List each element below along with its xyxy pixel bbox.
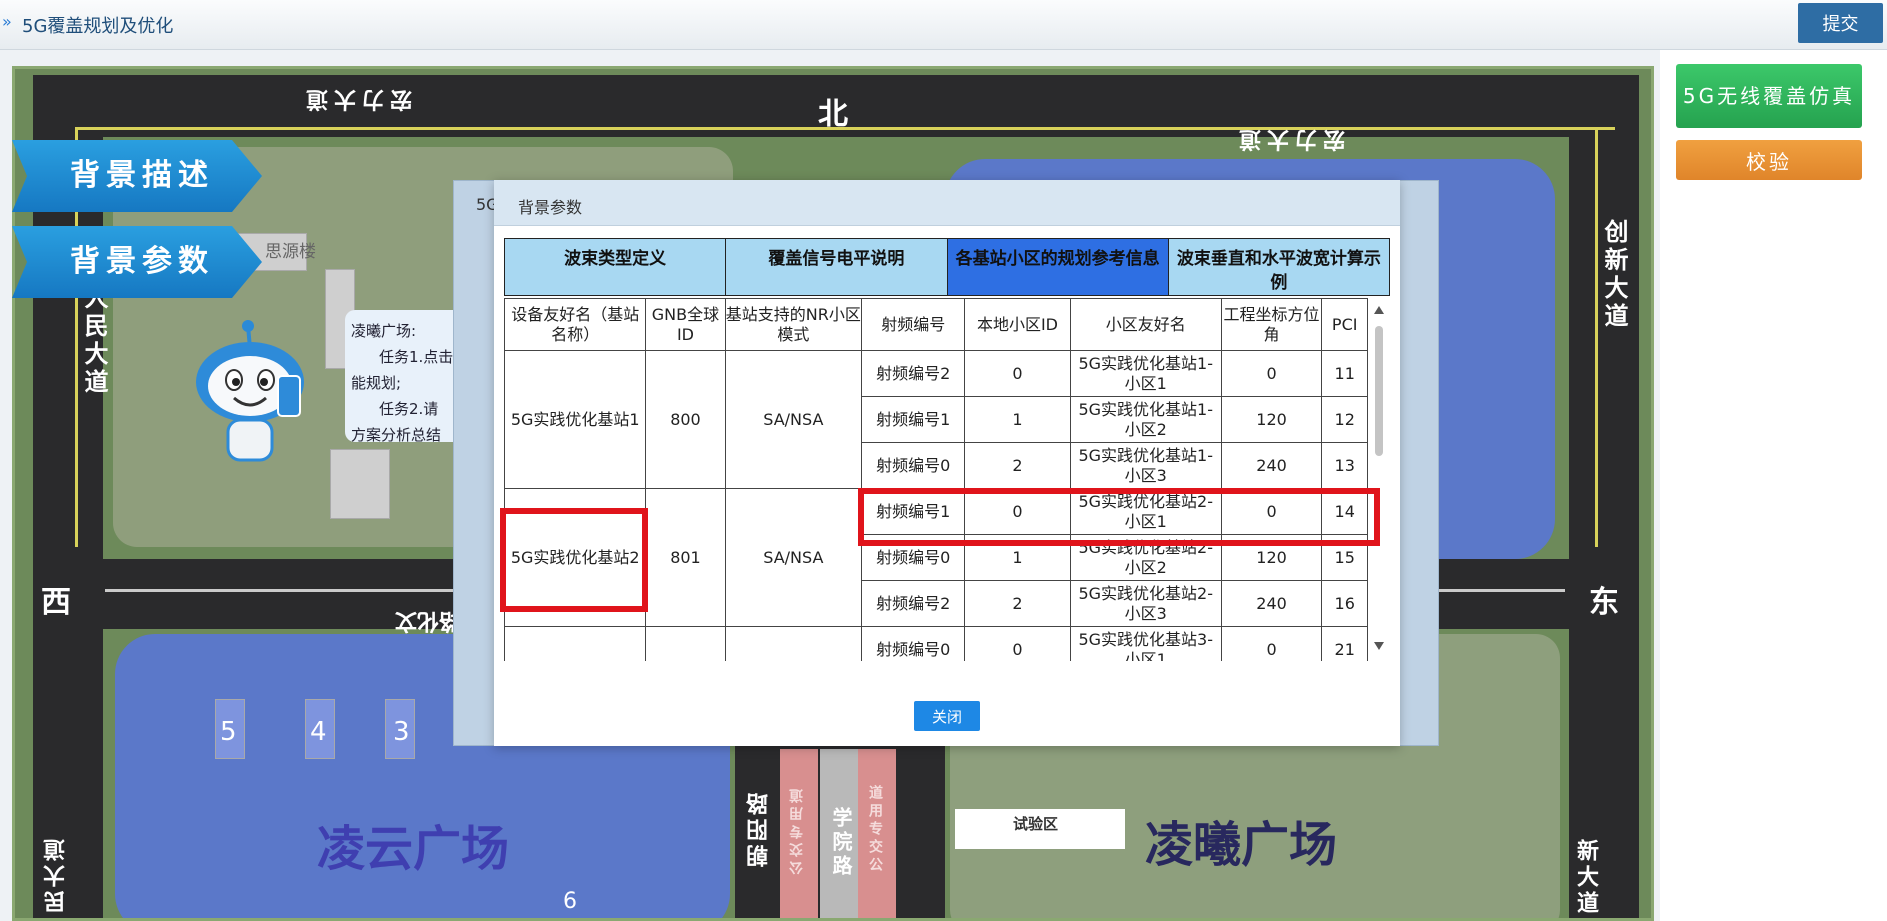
road-label-middle: 路化文 (395, 608, 462, 633)
rf-number: 射频编号2 (861, 580, 966, 627)
close-button[interactable]: 关闭 (914, 701, 980, 731)
building-number: 4 (310, 717, 327, 747)
cell-name: 5G实践优化基站1-小区2 (1069, 396, 1222, 443)
station-name: 5G实践优化基站1 (504, 350, 647, 489)
road-label-xueyuan: 学院路 (829, 807, 853, 879)
breadcrumb-icon: » (2, 12, 12, 31)
scroll-thumb[interactable] (1375, 326, 1383, 456)
road-label-top-right: 宏力大道 (1233, 126, 1346, 151)
gnb-id: 800 (645, 350, 726, 489)
column-header: GNB全球ID (645, 298, 726, 351)
station-name (504, 626, 647, 661)
pci: 13 (1321, 442, 1368, 489)
nr-mode: SA/NSA (724, 350, 863, 489)
azimuth: 240 (1220, 580, 1323, 627)
local-cell-id: 2 (964, 580, 1071, 627)
azimuth: 120 (1220, 396, 1323, 443)
plaza-lingxi: 凌曦广场 (1145, 817, 1338, 873)
verify-button[interactable]: 校验 (1676, 140, 1862, 180)
background-description-banner[interactable]: 背景描述 (12, 140, 262, 212)
test-zone-label: 试验区 (1013, 815, 1059, 833)
cell-name: 5G实践优化基站3-小区1 (1069, 626, 1222, 661)
building-number: 5 (220, 717, 237, 747)
modal-tabs: 波束类型定义 覆盖信号电平说明 各基站小区的规划参考信息 波束垂直和水平波宽计算… (504, 238, 1390, 296)
modal-title: 背景参数 (518, 198, 583, 217)
highlight-box-cell-row (858, 488, 1380, 546)
column-header: 小区友好名 (1069, 298, 1222, 351)
scroll-up-icon[interactable] (1374, 306, 1384, 314)
background-params-modal: 背景参数 波束类型定义 覆盖信号电平说明 各基站小区的规划参考信息 波束垂直和水… (494, 180, 1400, 746)
tab-beam-type[interactable]: 波束类型定义 (505, 239, 727, 295)
cell-name: 5G实践优化基站2-小区3 (1069, 580, 1222, 627)
local-cell-id: 2 (964, 442, 1071, 489)
road-label-left: 人民大道 (80, 285, 108, 397)
gnb-id (645, 626, 726, 661)
local-cell-id: 0 (964, 626, 1071, 661)
table-row: 5G实践优化基站1 800 SA/NSA 射频编号2 0 5G实践优化基站1-小… (504, 350, 1368, 489)
nr-mode: SA/NSA (724, 488, 863, 627)
gnb-id: 801 (645, 488, 726, 627)
rf-number: 射频编号0 (861, 626, 966, 661)
pci: 16 (1321, 580, 1368, 627)
compass-east: 东 (1589, 585, 1619, 620)
column-header: 本地小区ID (964, 298, 1071, 351)
road-label-bottom-left: 民大道 (44, 835, 69, 913)
building (330, 449, 390, 519)
page-title: 5G覆盖规划及优化 (22, 16, 174, 37)
background-params-banner[interactable]: 背景参数 (12, 226, 262, 298)
table-header-row: 设备友好名（基站名称） GNB全球ID 基站支持的NR小区模式 射频编号 本地小… (504, 298, 1368, 351)
road-right (1569, 75, 1639, 918)
local-cell-id: 0 (964, 350, 1071, 397)
right-panel (1660, 50, 1887, 921)
building-siyuan-label: 思源楼 (265, 242, 316, 262)
building-number: 6 (563, 889, 577, 914)
tab-signal-level[interactable]: 覆盖信号电平说明 (726, 239, 948, 295)
compass-west: 西 (41, 585, 71, 620)
compass-north: 北 (818, 97, 848, 132)
bus-lane-label: 道用专交公 (867, 785, 883, 875)
column-header: 射频编号 (861, 298, 966, 351)
pci: 12 (1321, 396, 1368, 443)
road-label-center: 朝阳路 (747, 789, 772, 867)
road-label-bottom-right: 新大道 (1573, 839, 1598, 917)
highlight-box-station (500, 508, 648, 612)
rf-number: 射频编号0 (861, 442, 966, 489)
building-number: 3 (393, 717, 410, 747)
plaza-lingyun: 凌云广场 (317, 821, 510, 877)
tab-beam-width[interactable]: 波束垂直和水平波宽计算示例 (1168, 239, 1389, 295)
column-header: 工程坐标方位角 (1220, 298, 1323, 351)
robot-mascot-icon (196, 320, 304, 462)
table-row: 射频编号0 0 5G实践优化基站3-小区1 0 21 (504, 626, 1368, 661)
pci: 21 (1321, 626, 1368, 661)
bus-lane-label: 公交专用道 (789, 785, 805, 875)
column-header: 基站支持的NR小区模式 (724, 298, 863, 351)
submit-button[interactable]: 提交 (1798, 3, 1883, 43)
scroll-down-icon[interactable] (1374, 642, 1384, 650)
azimuth: 240 (1220, 442, 1323, 489)
table-scrollbar[interactable] (1372, 306, 1386, 656)
tab-cell-planning[interactable]: 各基站小区的规划参考信息 (947, 239, 1169, 295)
azimuth: 0 (1220, 626, 1323, 661)
road-label-right: 创新大道 (1600, 219, 1628, 331)
simulate-button[interactable]: 5G无线覆盖仿真 (1676, 64, 1862, 128)
azimuth: 0 (1220, 350, 1323, 397)
column-header: 设备友好名（基站名称） (504, 298, 647, 351)
column-header: PCI (1321, 298, 1368, 351)
task-speech-bubble: 凌曦广场: 任务1.点击 能规划; 任务2.请 方案分析总结 (345, 310, 465, 442)
pci: 11 (1321, 350, 1368, 397)
cell-name: 5G实践优化基站1-小区3 (1069, 442, 1222, 489)
nr-mode (724, 626, 863, 661)
local-cell-id: 1 (964, 396, 1071, 443)
rf-number: 射频编号1 (861, 396, 966, 443)
video-play-icon[interactable] (1822, 840, 1878, 888)
modal-header: 背景参数 (494, 180, 1400, 226)
rf-number: 射频编号2 (861, 350, 966, 397)
top-bar: » 5G覆盖规划及优化 提交 (0, 0, 1887, 50)
cell-name: 5G实践优化基站1-小区1 (1069, 350, 1222, 397)
road-label-top-left: 宏力大道 (300, 86, 413, 111)
